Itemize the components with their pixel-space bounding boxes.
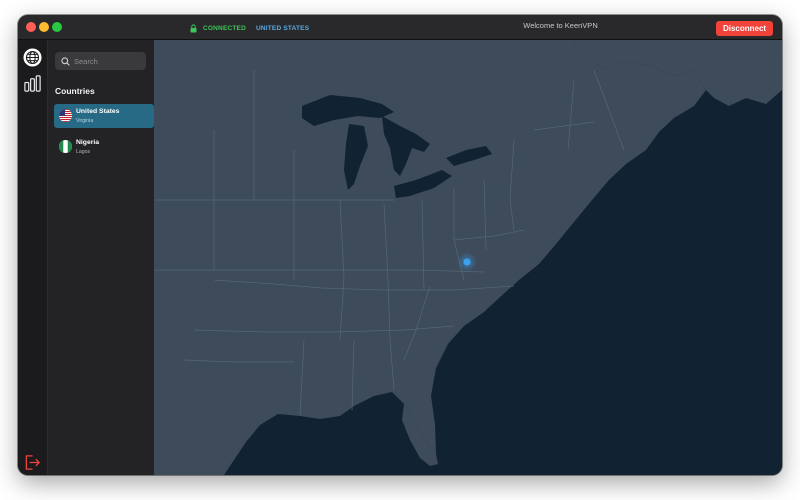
close-window-button[interactable] [26, 22, 36, 32]
lock-icon [190, 23, 197, 32]
title-bar: CONNECTED UNITED STATES Welcome to KeenV… [18, 15, 782, 40]
map-canvas [154, 40, 782, 475]
countries-heading: Countries [55, 86, 95, 96]
search-box[interactable] [55, 52, 146, 70]
logout-icon[interactable] [24, 454, 41, 471]
country-name: United States [76, 108, 120, 115]
minimize-window-button[interactable] [39, 22, 49, 32]
search-icon [61, 56, 70, 66]
server-map[interactable] [154, 40, 782, 475]
window-title: Welcome to KeenVPN [523, 21, 598, 30]
country-item-united-states[interactable]: United States Virginia [54, 104, 154, 128]
disconnect-button[interactable]: Disconnect [716, 21, 773, 36]
maximize-window-button[interactable] [52, 22, 62, 32]
connected-country-label: UNITED STATES [255, 24, 310, 32]
us-flag-icon [59, 109, 72, 122]
country-item-nigeria[interactable]: Nigeria Lagos [54, 135, 154, 159]
icon-rail [18, 40, 48, 475]
connection-status: CONNECTED UNITED STATES [190, 22, 309, 34]
country-city: Virginia [76, 118, 94, 124]
stats-icon[interactable] [23, 74, 42, 93]
connection-state-label: CONNECTED [203, 24, 246, 32]
connected-location-marker[interactable] [463, 258, 471, 266]
country-name: Nigeria [76, 139, 100, 146]
search-input[interactable] [74, 56, 140, 66]
app-window: CONNECTED UNITED STATES Welcome to KeenV… [18, 15, 782, 475]
nigeria-flag-icon [59, 140, 72, 153]
country-city: Lagos [76, 149, 91, 155]
country-sidebar: Countries United States Virginia [48, 40, 154, 475]
globe-icon[interactable] [23, 48, 42, 67]
